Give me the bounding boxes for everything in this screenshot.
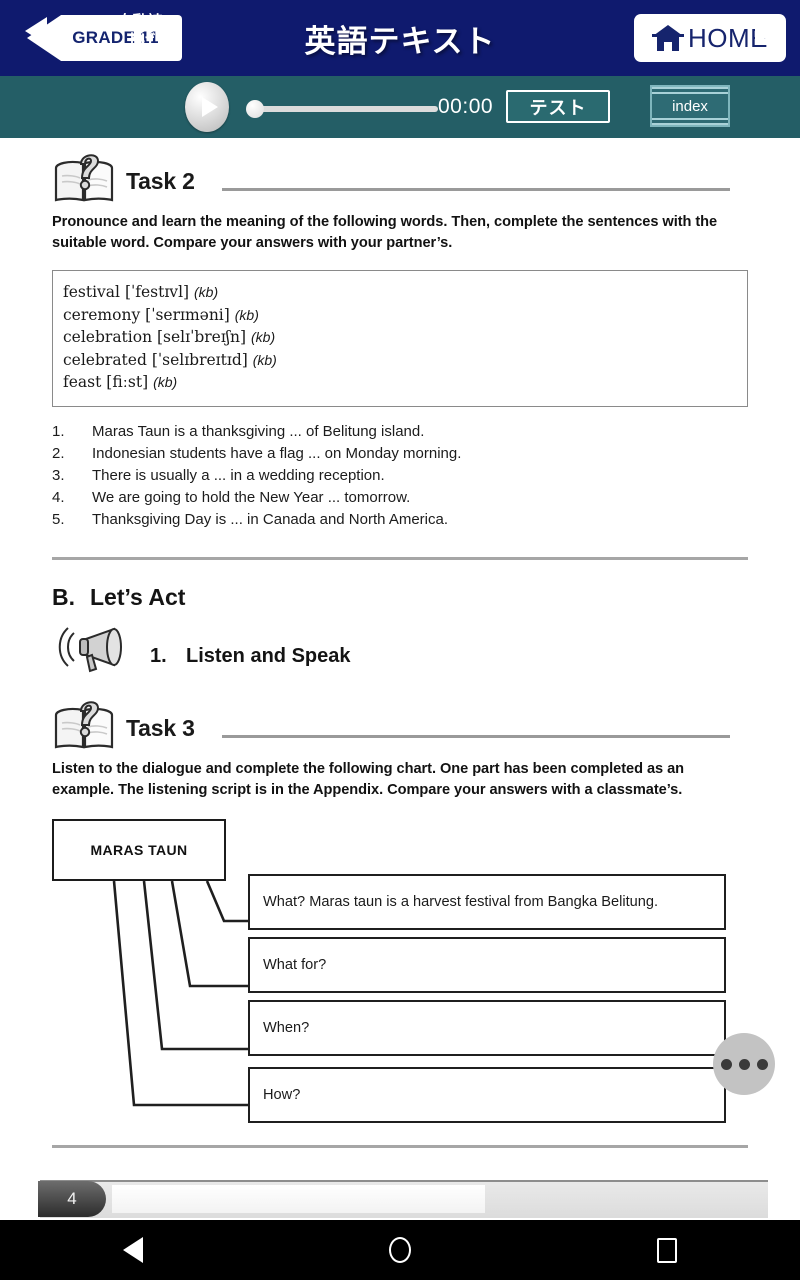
play-icon — [201, 97, 218, 117]
chart-answer-text: What? Maras taun is a harvest festival f… — [263, 893, 659, 910]
play-button[interactable] — [185, 82, 229, 132]
chart-answer-box[interactable]: What for? — [248, 936, 726, 993]
android-back-icon — [123, 1237, 144, 1263]
word-phonetic: [ˈselɪbreɪtɪd] — [151, 350, 248, 369]
more-options-button[interactable] — [713, 1033, 775, 1095]
megaphone-icon — [58, 626, 122, 672]
android-recent-button[interactable] — [607, 1237, 727, 1263]
section-b-heading: B. Let’s Act — [52, 584, 748, 611]
list-item: 1. Maras Taun is a thanksgiving ... of B… — [52, 421, 748, 443]
word-tag: (kb) — [153, 374, 178, 390]
item-text: Indonesian students have a flag ... on M… — [92, 444, 462, 462]
chart-connector-lines — [112, 879, 252, 1106]
item-text: We are going to hold the New Year ... to… — [92, 488, 411, 506]
task3-instruction: Listen to the dialogue and complete the … — [52, 760, 685, 798]
word-tag: (kb) — [252, 351, 277, 368]
word-list-item: festival [ˈfestɪvl] (kb) — [63, 281, 737, 304]
item-text: There is usually a ... in a wedding rece… — [92, 466, 385, 484]
page-number-badge: 4 — [38, 1181, 106, 1217]
chart-answer-text: What for? — [263, 956, 327, 973]
word-term: celebration — [63, 328, 153, 346]
item-text: Thanksgiving Day is ... in Canada and No… — [92, 510, 449, 528]
maras-taun-chart: MARAS TAUN What? Maras taun is a harvest… — [52, 818, 748, 1123]
android-back-button[interactable] — [73, 1237, 193, 1263]
word-tag: (kb) — [234, 306, 259, 323]
word-term: ceremony — [63, 305, 141, 324]
task2-header: Task 2 — [52, 146, 748, 212]
seek-track — [254, 106, 438, 112]
section-divider-bottom — [52, 1144, 748, 1148]
task3-rule — [222, 734, 730, 738]
index-button[interactable]: index — [650, 85, 730, 127]
word-list-item: ceremony [ˈserɪməni] (kb) — [63, 304, 737, 327]
item-number: 1. — [52, 422, 65, 440]
auto-read-label: 自動読 上げ — [107, 12, 173, 50]
chart-answer-box[interactable]: When? — [248, 999, 726, 1056]
subsection-number: 1. — [150, 644, 167, 667]
more-options-icon — [720, 1058, 732, 1070]
item-number: 2. — [52, 444, 65, 462]
item-number: 4. — [52, 488, 65, 506]
section-b-title: Let’s Act — [90, 583, 186, 610]
word-tag: (kb) — [251, 329, 276, 345]
list-item: 5. Thanksgiving Day is ... in Canada and… — [52, 509, 748, 531]
test-label: テスト — [529, 97, 587, 118]
task2-instruction: Pronounce and learn the meaning of the f… — [52, 214, 718, 251]
word-phonetic: [ˈfestɪvl] — [124, 283, 190, 301]
next-page-arrow-icon[interactable] — [755, 17, 777, 45]
word-phonetic: [selɪˈbreɪʃn] — [157, 328, 247, 346]
more-options-icon — [756, 1058, 768, 1070]
seek-slider[interactable] — [246, 100, 438, 118]
index-label: index — [666, 96, 714, 116]
word-list-box: festival [ˈfestɪvl] (kb) ceremony [ˈserɪ… — [52, 270, 748, 407]
subsection-title: Listen and Speak — [186, 644, 351, 667]
auto-read-line-2: 上げ — [124, 32, 155, 49]
app-root: GRADE 11 英語テキスト HOME 自動読 上げ 00:00 テスト in… — [0, 0, 800, 1280]
task2-label: Task 2 — [126, 168, 195, 194]
task3-label: Task 3 — [126, 714, 195, 741]
page-content: Task 2 Pronounce and learn the meaning o… — [0, 146, 800, 1148]
home-icon — [652, 25, 684, 51]
word-list-item: feast [fiːst] (kb) — [63, 371, 737, 394]
item-number: 3. — [52, 466, 65, 484]
word-term: feast — [63, 373, 102, 391]
time-display: 00:00 — [438, 95, 494, 118]
task2-sentence-list: 1. Maras Taun is a thanksgiving ... of B… — [52, 421, 748, 531]
previous-page-arrow-icon[interactable] — [25, 17, 47, 45]
book-question-icon — [54, 154, 114, 202]
section-divider — [52, 556, 748, 560]
word-term: celebrated — [63, 350, 147, 369]
item-text: Maras Taun is a thanksgiving ... of Beli… — [92, 422, 425, 440]
word-list-item: celebrated [ˈselɪbreɪtɪd] (kb) — [63, 349, 737, 372]
list-item: 2. Indonesian students have a flag ... o… — [52, 443, 748, 465]
android-home-button[interactable] — [340, 1237, 460, 1263]
chart-answer-text: When? — [263, 1019, 310, 1036]
android-recent-icon — [656, 1237, 677, 1263]
task2-rule — [222, 188, 730, 191]
page-scrollbar-thumb[interactable] — [112, 1185, 485, 1213]
list-item: 3. There is usually a ... in a wedding r… — [52, 465, 748, 487]
word-tag: (kb) — [194, 284, 219, 300]
word-term: festival — [63, 283, 121, 301]
more-options-icon — [738, 1058, 750, 1070]
word-list-item: celebration [selɪˈbreɪʃn] (kb) — [63, 326, 737, 349]
textbook-page: Task 2 Pronounce and learn the meaning o… — [0, 138, 800, 1158]
chart-answer-text: How? — [263, 1086, 301, 1103]
word-phonetic: [fiːst] — [106, 373, 149, 391]
android-home-icon — [388, 1237, 411, 1263]
word-phonetic: [ˈserɪməni] — [145, 305, 230, 324]
chart-answer-box[interactable]: What? Maras taun is a harvest festival f… — [248, 873, 726, 930]
book-question-icon — [54, 700, 114, 748]
chart-answer-box[interactable]: How? — [248, 1066, 726, 1123]
test-button[interactable]: テスト — [506, 90, 610, 123]
android-navigation-bar — [0, 1220, 800, 1280]
item-number: 5. — [52, 510, 65, 528]
listen-and-speak-label: 1. Listen and Speak — [150, 645, 351, 668]
seek-thumb[interactable] — [246, 100, 264, 118]
task3-header: Task 3 — [52, 693, 748, 759]
list-item: 4. We are going to hold the New Year ...… — [52, 487, 748, 509]
listen-and-speak-row: 1. Listen and Speak — [52, 623, 748, 685]
section-b-letter: B. — [52, 583, 75, 610]
auto-read-line-1: 自動読 — [117, 13, 163, 30]
